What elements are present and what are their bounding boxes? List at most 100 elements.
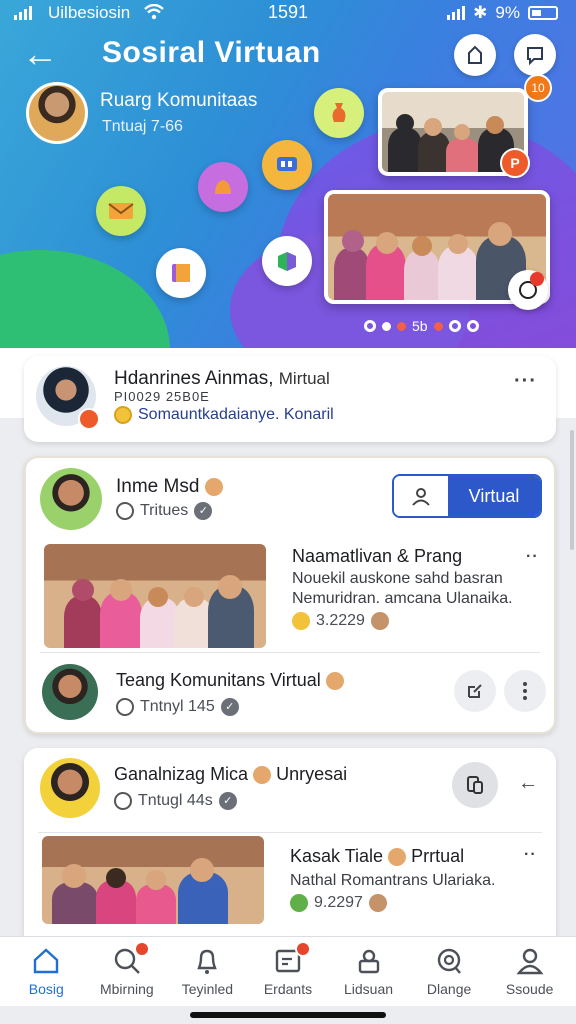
share-button[interactable]: [454, 34, 496, 76]
nav-label: Dlange: [426, 980, 472, 997]
nav-item-events[interactable]: Erdants: [249, 940, 327, 997]
emoji-icon: [253, 766, 272, 785]
post-more-button[interactable]: ··: [524, 846, 537, 864]
discover-icon: [437, 948, 462, 974]
notification-badge: [294, 940, 311, 957]
post-thumbnail[interactable]: [44, 544, 266, 648]
leaf-icon: [290, 894, 308, 912]
post-thumbnail[interactable]: [42, 836, 264, 924]
post-more-button[interactable]: ··: [526, 548, 539, 566]
more-options-button[interactable]: [504, 670, 546, 712]
nav-label: Teyinled: [181, 980, 234, 997]
verified-icon: ✓: [220, 698, 239, 716]
verified-icon: ✓: [194, 502, 213, 520]
lock-icon: [358, 949, 379, 973]
community-name: Ruarg Komunitaas: [100, 90, 258, 111]
signal-icon: [14, 6, 32, 20]
group-name: Ganalnizag Mica: [114, 764, 249, 784]
devices-icon: [467, 776, 483, 794]
virtual-join-button[interactable]: Virtual: [448, 476, 540, 516]
emoji-icon: [368, 894, 387, 912]
share-icon: [468, 45, 482, 64]
collapse-button[interactable]: ←: [518, 772, 539, 795]
follow-button-group: Virtual: [392, 474, 542, 518]
verified-icon: ✓: [218, 792, 237, 810]
photo-badge: P: [500, 148, 530, 178]
nav-item-discover[interactable]: Dlange: [410, 947, 488, 997]
home-indicator[interactable]: [190, 1012, 386, 1018]
clock-icon: [114, 792, 132, 810]
mail-icon[interactable]: [96, 186, 146, 236]
post-stat: 9.2297: [314, 894, 363, 911]
member-id: PI0029 25B0E: [114, 389, 210, 404]
community-avatar[interactable]: [26, 82, 88, 144]
group-subtitle: Tntugl 44s: [138, 792, 213, 809]
message-button[interactable]: [452, 762, 498, 808]
member-link[interactable]: Somauntkadaianye. Konaril: [114, 406, 334, 424]
group-subtitle: Tritues: [140, 502, 189, 519]
post-line-1: Nouekil auskone sahd basran: [292, 570, 503, 587]
status-time: 1591: [268, 2, 309, 22]
group-name: Inme Msd: [116, 476, 200, 497]
coin-icon: [114, 406, 132, 424]
search-member-button[interactable]: [394, 476, 448, 516]
group-card: Inme Msd Tritues ✓ Virtual Naamatlivan &…: [24, 456, 556, 734]
carrier-label: Uilbesiosin: [48, 3, 131, 22]
nav-item-home[interactable]: Bosig: [7, 947, 85, 997]
avatar[interactable]: [40, 468, 102, 530]
more-options-button[interactable]: ···: [514, 370, 537, 393]
edit-icon: [468, 684, 482, 698]
emoji-icon: [204, 477, 223, 496]
battery-percent: 9%: [495, 3, 520, 22]
pager-label: 5b: [412, 318, 428, 334]
home-icon: [34, 947, 59, 973]
nav-item-profile[interactable]: Ssoude: [491, 947, 569, 997]
unread-dot: [530, 272, 544, 286]
item-subtitle: Tntnyl 145: [140, 698, 215, 715]
nav-item-search[interactable]: Mbirning: [88, 940, 166, 997]
chat-box-icon[interactable]: [262, 140, 312, 190]
nav-label: Ssoude: [505, 980, 554, 997]
cube-icon[interactable]: [262, 236, 312, 286]
community-subtitle: Tntuaj 7-66: [102, 118, 183, 135]
chat-icon: [527, 47, 543, 66]
status-badge: [78, 408, 100, 430]
nav-label: Bosig: [28, 980, 64, 997]
nav-label: Lidsuan: [344, 980, 394, 997]
group-card: Ganalnizag Mica Unryesai Tntugl 44s ✓ ← …: [24, 748, 556, 948]
post-title: Naamatlivan & Prang: [292, 546, 463, 566]
post-line-1: Nathal Romantrans Ulariaka.: [290, 872, 496, 889]
status-bar: Uilbesiosin 1591 ✱ 9%: [0, 0, 576, 28]
carousel-pager[interactable]: 5b: [364, 318, 479, 334]
battery-icon: [528, 6, 558, 20]
pet-icon[interactable]: [198, 162, 248, 212]
community-header: Uilbesiosin 1591 ✱ 9% ← Sosiral Virtuan …: [0, 0, 576, 348]
scrollbar[interactable]: [570, 430, 574, 550]
kebab-icon: [523, 682, 527, 700]
back-arrow-icon[interactable]: ←: [22, 34, 58, 74]
member-name-suffix: Mirtual: [278, 369, 330, 388]
nav-item-notifications[interactable]: Teyinled: [168, 947, 246, 997]
wifi-icon: [144, 4, 164, 20]
person-icon: [412, 488, 430, 506]
notification-badge: [133, 940, 150, 957]
vase-icon[interactable]: [314, 88, 364, 138]
book-icon[interactable]: [156, 248, 206, 298]
edit-button[interactable]: [454, 670, 496, 712]
profile-icon: [516, 948, 544, 974]
clock-icon: [116, 502, 134, 520]
nav-item-privacy[interactable]: Lidsuan: [330, 947, 408, 997]
post-line-2: Nemuridran. amcana Ulanaika.: [292, 590, 513, 607]
cell-signal-icon: [447, 6, 466, 20]
avatar[interactable]: [42, 664, 98, 720]
pinned-member-card[interactable]: Hdanrines Ainmas, Mirtual PI0029 25B0E S…: [24, 356, 556, 442]
nav-label: Erdants: [263, 980, 313, 997]
like-icon: [292, 612, 310, 630]
chat-button[interactable]: [514, 34, 556, 76]
avatar[interactable]: [40, 758, 100, 818]
post-stat: 3.2229: [316, 612, 365, 629]
page-title: Sosiral Virtuan: [102, 36, 321, 69]
emoji-icon: [370, 612, 389, 630]
post-title-suffix: Prrtual: [411, 846, 465, 866]
decorative-blob: [0, 250, 170, 348]
